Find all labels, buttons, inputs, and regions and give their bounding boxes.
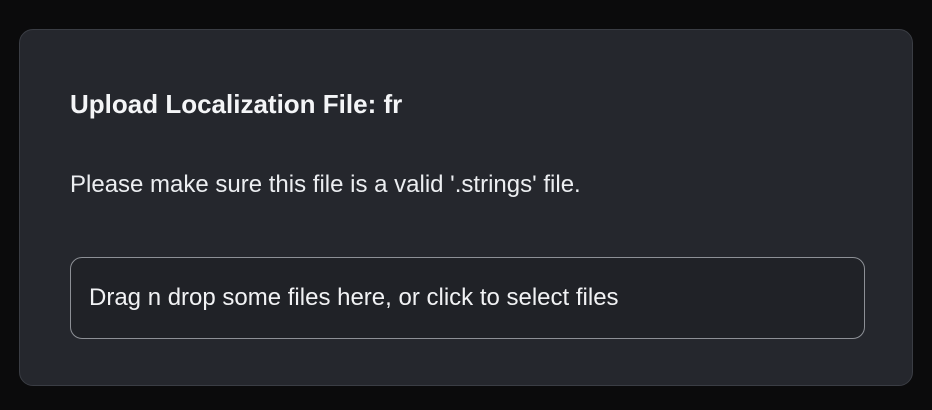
dialog-description: Please make sure this file is a valid '.… <box>70 171 581 198</box>
file-dropzone[interactable]: Drag n drop some files here, or click to… <box>70 257 865 339</box>
dropzone-label: Drag n drop some files here, or click to… <box>89 284 619 311</box>
dialog-title: Upload Localization File: fr <box>70 89 403 119</box>
upload-localization-dialog: Upload Localization File: fr Please make… <box>19 29 913 386</box>
